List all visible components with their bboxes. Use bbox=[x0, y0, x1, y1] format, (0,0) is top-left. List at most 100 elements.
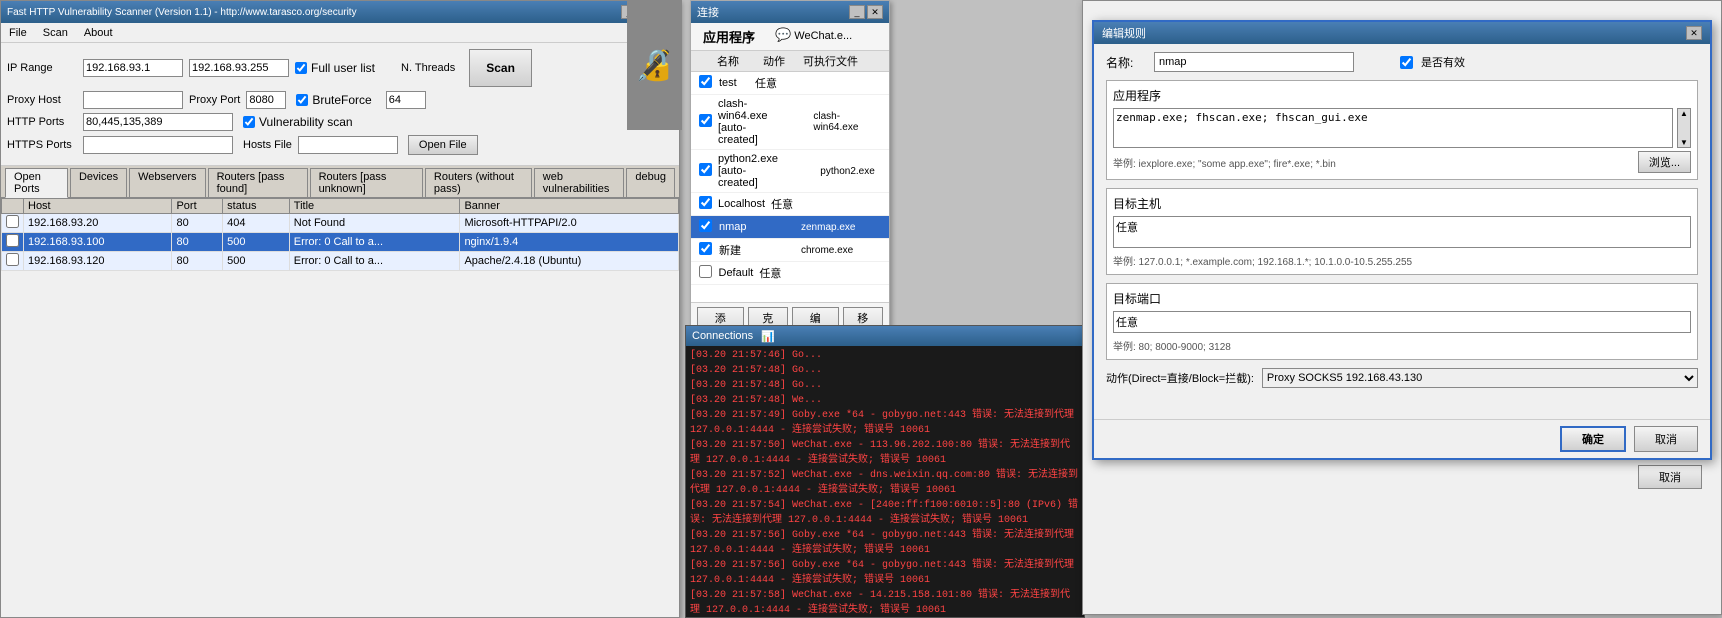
row-banner: Apache/2.4.18 (Ubuntu) bbox=[460, 252, 679, 271]
applist-close[interactable]: ✕ bbox=[867, 5, 883, 19]
row-host: 192.168.93.20 bbox=[24, 214, 172, 233]
exe-col-header: 可执行文件 bbox=[803, 53, 883, 69]
app-section-box: 应用程序 zenmap.exe; fhscan.exe; fhscan_gui.… bbox=[1106, 80, 1698, 180]
edit-confirm-button[interactable]: 确定 bbox=[1560, 426, 1626, 452]
tab-web-vuln[interactable]: web vulnerabilities bbox=[534, 168, 625, 197]
menu-file[interactable]: File bbox=[5, 26, 31, 40]
applist-minimize[interactable]: _ bbox=[849, 5, 865, 19]
app-textarea[interactable]: zenmap.exe; fhscan.exe; fhscan_gui.exe bbox=[1113, 108, 1673, 148]
row-host: 192.168.93.120 bbox=[24, 252, 172, 271]
tab-debug[interactable]: debug bbox=[626, 168, 675, 197]
app-list-tab[interactable]: 应用程序 bbox=[691, 23, 767, 50]
menu-about[interactable]: About bbox=[80, 26, 117, 40]
fingerprint-icon: 🔏 bbox=[636, 48, 673, 83]
log-line: [03.20 21:57:50] WeChat.exe - 113.96.202… bbox=[690, 438, 1080, 468]
app-checkbox[interactable] bbox=[699, 242, 712, 255]
tab-routers-unknown[interactable]: Routers [pass unknown] bbox=[310, 168, 423, 197]
app-list-item[interactable]: nmap zenmap.exe bbox=[691, 216, 889, 239]
tab-webservers[interactable]: Webservers bbox=[129, 168, 205, 197]
table-row[interactable]: 192.168.93.20 80 404 Not Found Microsoft… bbox=[2, 214, 679, 233]
log-line: [03.20 21:57:49] Goby.exe *64 - gobygo.n… bbox=[690, 408, 1080, 438]
connections-title: 连接 bbox=[697, 4, 719, 20]
app-list-item[interactable]: python2.exe [auto-created] python2.exe bbox=[691, 150, 889, 193]
col-host: Host bbox=[24, 199, 172, 214]
app-list-item[interactable]: test 任意 bbox=[691, 72, 889, 95]
vuln-scan-label: Vulnerability scan bbox=[259, 115, 353, 129]
row-checkbox[interactable] bbox=[6, 215, 19, 228]
target-host-input[interactable]: 任意 bbox=[1113, 216, 1691, 248]
wechat-icon: 💬 bbox=[775, 27, 791, 42]
tab-open-ports[interactable]: Open Ports bbox=[5, 168, 68, 198]
vuln-scan-checkbox[interactable] bbox=[243, 116, 255, 128]
log-line: [03.20 21:57:54] WeChat.exe - [240e:ff:f… bbox=[690, 498, 1080, 528]
table-row[interactable]: 192.168.93.120 80 500 Error: 0 Call to a… bbox=[2, 252, 679, 271]
target-port-hint: 举例: 80; 8000-9000; 3128 bbox=[1113, 338, 1691, 353]
log-content: [03.20 21:57:46] Go...[03.20 21:57:48] G… bbox=[686, 346, 1084, 617]
scanner-form: IP Range Full user list N. Threads Scan … bbox=[1, 43, 679, 166]
https-ports-row: HTTPS Ports Hosts File Open File bbox=[7, 135, 673, 155]
table-header-row: Host Port status Title Banner bbox=[2, 199, 679, 214]
name-field-input[interactable] bbox=[1154, 52, 1354, 72]
valid-checkbox[interactable] bbox=[1400, 56, 1413, 69]
row-checkbox[interactable] bbox=[6, 253, 19, 266]
hosts-file-input[interactable] bbox=[298, 136, 398, 154]
app-checkbox[interactable] bbox=[699, 265, 712, 278]
row-checkbox[interactable] bbox=[6, 234, 19, 247]
check-col-header bbox=[697, 53, 717, 69]
outer-cancel-button[interactable]: 取消 bbox=[1638, 465, 1702, 489]
full-user-list-checkbox[interactable] bbox=[295, 62, 307, 74]
edit-rule-close[interactable]: ✕ bbox=[1686, 26, 1702, 40]
scan-button[interactable]: Scan bbox=[469, 49, 532, 87]
textarea-scrollbar[interactable]: ▲ ▼ bbox=[1677, 108, 1691, 148]
browse-button[interactable]: 浏览... bbox=[1638, 151, 1691, 173]
name-col-header: 名称 bbox=[717, 53, 763, 69]
row-port: 80 bbox=[172, 233, 223, 252]
app-checkbox[interactable] bbox=[699, 75, 712, 88]
brute-force-label: BruteForce bbox=[312, 93, 371, 107]
edit-rule-titlebar: 编辑规则 ✕ bbox=[1094, 22, 1710, 44]
app-checkbox[interactable] bbox=[699, 163, 712, 176]
n-threads-input[interactable] bbox=[386, 91, 426, 109]
app-list-item[interactable]: clash-win64.exe [auto-created] clash-win… bbox=[691, 95, 889, 150]
name-field-label: 名称: bbox=[1106, 54, 1146, 71]
tab-routers-without[interactable]: Routers (without pass) bbox=[425, 168, 532, 197]
http-ports-input[interactable] bbox=[83, 113, 233, 131]
app-checkbox[interactable] bbox=[699, 114, 712, 127]
ip-end-input[interactable] bbox=[189, 59, 289, 77]
app-col-headers: 名称 动作 可执行文件 bbox=[691, 51, 889, 72]
proxy-host-input[interactable] bbox=[83, 91, 183, 109]
app-list-item[interactable]: 新建 chrome.exe bbox=[691, 239, 889, 262]
app-list-item[interactable]: Localhost 任意 bbox=[691, 193, 889, 216]
table-row[interactable]: 192.168.93.100 80 500 Error: 0 Call to a… bbox=[2, 233, 679, 252]
proxy-port-input[interactable] bbox=[246, 91, 286, 109]
row-port: 80 bbox=[172, 252, 223, 271]
ip-start-input[interactable] bbox=[83, 59, 183, 77]
scanner-title: Fast HTTP Vulnerability Scanner (Version… bbox=[7, 7, 357, 18]
app-checkbox[interactable] bbox=[699, 219, 712, 232]
http-ports-row: HTTP Ports Vulnerability scan bbox=[7, 113, 673, 131]
tab-routers-found[interactable]: Routers [pass found] bbox=[208, 168, 308, 197]
menu-scan[interactable]: Scan bbox=[39, 26, 72, 40]
app-list-item[interactable]: Default 任意 bbox=[691, 262, 889, 285]
proxy-host-label: Proxy Host bbox=[7, 94, 77, 106]
open-file-button[interactable]: Open File bbox=[408, 135, 478, 155]
edit-cancel-button[interactable]: 取消 bbox=[1634, 426, 1698, 452]
connections-titlebar: Connections 📊 bbox=[686, 326, 1084, 346]
brute-force-checkbox[interactable] bbox=[296, 94, 308, 106]
tab-devices[interactable]: Devices bbox=[70, 168, 127, 197]
action-select[interactable]: Proxy SOCKS5 192.168.43.130 bbox=[1262, 368, 1698, 388]
results-table: Host Port status Title Banner 192.168.93… bbox=[1, 198, 679, 271]
row-host: 192.168.93.100 bbox=[24, 233, 172, 252]
target-host-hint: 举例: 127.0.0.1; *.example.com; 192.168.1.… bbox=[1113, 253, 1691, 268]
app-checkbox[interactable] bbox=[699, 196, 712, 209]
target-port-input[interactable]: 任意 bbox=[1113, 311, 1691, 333]
https-ports-input[interactable] bbox=[83, 136, 233, 154]
valid-label: 是否有效 bbox=[1421, 54, 1465, 70]
wechat-item[interactable]: 💬 WeChat.e... bbox=[767, 23, 860, 50]
target-port-box: 目标端口 任意 举例: 80; 8000-9000; 3128 bbox=[1106, 283, 1698, 360]
scanner-window: Fast HTTP Vulnerability Scanner (Version… bbox=[0, 0, 680, 618]
edit-rule-window: 编辑规则 ✕ 名称: 是否有效 应用程序 zenmap.exe; fhscan.… bbox=[1092, 20, 1712, 460]
ip-range-label: IP Range bbox=[7, 62, 77, 74]
log-line: [03.20 21:57:48] We... bbox=[690, 393, 1080, 408]
app-list-titlebar: 连接 _ ✕ bbox=[691, 1, 889, 23]
